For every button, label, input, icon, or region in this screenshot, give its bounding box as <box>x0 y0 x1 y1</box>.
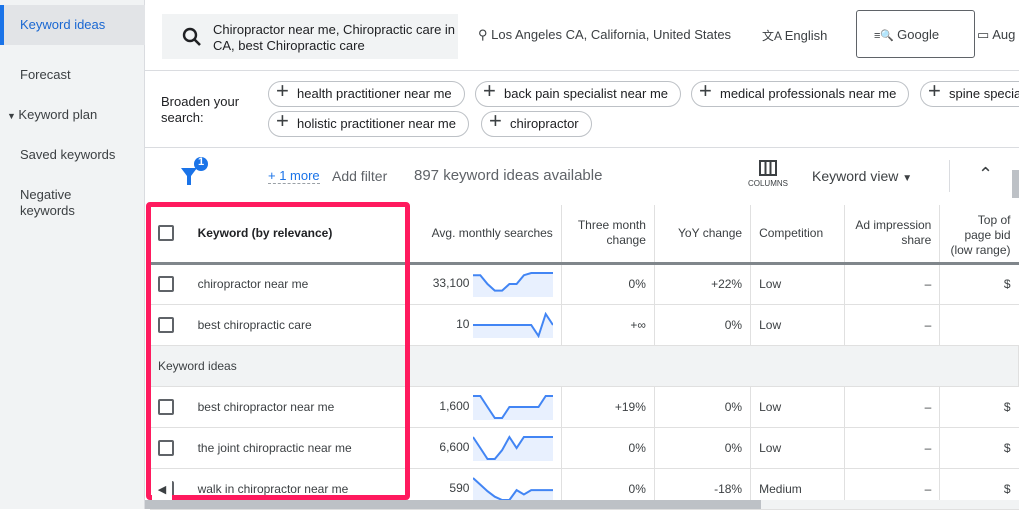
broaden-chip[interactable]: spine specia <box>920 79 1019 107</box>
header-three-month-change[interactable]: Three month change <box>561 205 655 265</box>
header-ad-impression-share[interactable]: Ad impression share <box>844 205 941 265</box>
top-of-page-bid-cell: $ <box>939 263 1019 305</box>
avg-searches-cell: 10 <box>407 304 562 346</box>
broaden-chip[interactable]: chiropractor <box>481 109 592 137</box>
yoy-change-cell: 0% <box>654 386 752 428</box>
location-selector[interactable]: ⚲ Los Angeles CA, California, United Sta… <box>478 27 731 43</box>
header-keyword[interactable]: Keyword (by relevance) <box>189 205 408 265</box>
avg-searches-cell: 1,600 <box>407 386 562 428</box>
header-competition[interactable]: Competition <box>750 205 846 265</box>
filter-button[interactable]: 1 <box>178 156 212 190</box>
group-row: Keyword ideas <box>150 345 1019 387</box>
keyword-cell[interactable]: chiropractor near me <box>189 263 408 305</box>
row-checkbox[interactable] <box>158 398 174 415</box>
ad-impression-share-cell: – <box>844 427 941 469</box>
broaden-chip[interactable]: medical professionals near me <box>691 79 910 107</box>
calendar-icon: ▭ <box>977 27 993 42</box>
yoy-change-cell: 0% <box>654 304 752 346</box>
sidebar-item-keyword-plan[interactable]: ▼ Keyword plan <box>0 107 145 122</box>
three-month-change-cell: 0% <box>561 263 655 305</box>
broaden-chip[interactable]: health practitioner near me <box>268 79 465 107</box>
select-all-checkbox[interactable] <box>158 225 174 242</box>
trend-sparkline <box>472 311 554 338</box>
keyword-cell[interactable]: best chiropractor near me <box>189 386 408 428</box>
header-top-of-page-bid[interactable]: Top of page bid (low range) <box>939 205 1019 265</box>
row-checkbox[interactable] <box>158 276 174 292</box>
keyword-count: 897 keyword ideas available <box>414 167 603 184</box>
sidebar-item-negative-keywords[interactable]: Negative keywords <box>0 187 100 219</box>
sparkline-area <box>472 436 553 461</box>
row-checkbox[interactable] <box>158 439 174 456</box>
search-network-icon: ≡🔍 <box>874 30 898 42</box>
columns-button[interactable]: COLUMNS <box>744 160 792 188</box>
header-yoy-change[interactable]: YoY change <box>654 205 752 265</box>
search-input[interactable]: Chiropractor near me, Chiropractic care … <box>162 14 458 59</box>
trend-sparkline <box>472 394 553 420</box>
keyword-cell[interactable]: the joint chiropractic near me <box>189 427 408 469</box>
more-filters-link[interactable]: + 1 more <box>268 168 320 184</box>
divider <box>145 70 1019 71</box>
avg-searches-cell: 33,100 <box>407 263 562 305</box>
keyword-table: Keyword (by relevance) Avg. monthly sear… <box>150 205 1019 510</box>
horizontal-scrollbar[interactable] <box>145 500 1019 509</box>
competition-cell: Low <box>750 304 846 346</box>
top-of-page-bid-cell <box>939 304 1019 346</box>
row-checkbox[interactable] <box>158 316 174 333</box>
keyword-view-dropdown[interactable]: Keyword view ▼ <box>812 168 912 184</box>
header-avg-monthly-searches[interactable]: Avg. monthly searches <box>407 205 562 265</box>
date-range-selector[interactable]: ▭ Aug <box>977 27 1015 43</box>
location-pin-icon: ⚲ <box>478 27 492 42</box>
ad-impression-share-cell: – <box>844 263 941 305</box>
caret-down-icon: ▼ <box>7 111 19 121</box>
table-row[interactable]: the joint chiropractic near me 6,600 0% … <box>150 427 1019 469</box>
competition-cell: Low <box>750 386 846 428</box>
sidebar: Keyword ideas Forecast ▼ Keyword plan Sa… <box>0 0 145 509</box>
trend-sparkline <box>471 434 553 461</box>
sidebar-item-saved-keywords[interactable]: Saved keywords <box>0 147 145 162</box>
ad-impression-share-cell: – <box>844 304 941 346</box>
three-month-change-cell: +19% <box>561 386 655 428</box>
broaden-chip[interactable]: holistic practitioner near me <box>268 109 469 137</box>
sidebar-item-keyword-ideas[interactable]: Keyword ideas <box>0 5 145 45</box>
trend-sparkline <box>472 476 553 502</box>
table-row[interactable]: chiropractor near me 33,100 0% +22% Low … <box>150 263 1019 305</box>
table-row[interactable]: best chiropractic care 10 +∞ 0% Low – <box>150 304 1019 346</box>
broaden-label: Broaden your search: <box>161 94 240 125</box>
columns-icon <box>759 160 777 176</box>
top-of-page-bid-cell: $ <box>939 386 1019 428</box>
yoy-change-cell: +22% <box>654 263 752 305</box>
table-header: Keyword (by relevance) Avg. monthly sear… <box>150 205 1019 265</box>
yoy-change-cell: 0% <box>654 427 752 469</box>
keyword-cell[interactable]: best chiropractic care <box>189 304 408 346</box>
dropdown-arrow-icon: ▼ <box>902 173 913 184</box>
divider <box>949 160 950 192</box>
language-selector[interactable]: 文A English <box>762 27 827 44</box>
broaden-chip[interactable]: back pain specialist near me <box>475 79 682 107</box>
collapse-chevron-up-icon[interactable]: ⌃ <box>978 164 993 185</box>
filter-icon <box>181 157 208 185</box>
three-month-change-cell: +∞ <box>561 304 655 346</box>
scroll-left-arrow-icon[interactable]: ◀ <box>152 480 172 500</box>
ad-impression-share-cell: – <box>844 386 941 428</box>
divider <box>145 147 1019 148</box>
trend-sparkline <box>472 272 553 297</box>
scrollbar-thumb[interactable] <box>145 500 761 509</box>
network-selector[interactable]: ≡🔍 Google <box>856 10 975 58</box>
competition-cell: Low <box>750 427 846 469</box>
vertical-scrollbar[interactable] <box>1012 170 1019 198</box>
table-row[interactable]: best chiropractor near me 1,600 +19% 0% … <box>150 386 1019 428</box>
translate-icon: 文A <box>762 29 785 43</box>
search-icon <box>182 27 201 46</box>
avg-searches-cell: 6,600 <box>407 427 562 469</box>
sidebar-item-forecast[interactable]: Forecast <box>0 67 145 82</box>
group-label: Keyword ideas <box>150 345 1019 387</box>
competition-cell: Low <box>750 263 846 305</box>
three-month-change-cell: 0% <box>561 427 655 469</box>
add-filter-button[interactable]: Add filter <box>332 168 387 184</box>
top-of-page-bid-cell: $ <box>939 427 1019 469</box>
